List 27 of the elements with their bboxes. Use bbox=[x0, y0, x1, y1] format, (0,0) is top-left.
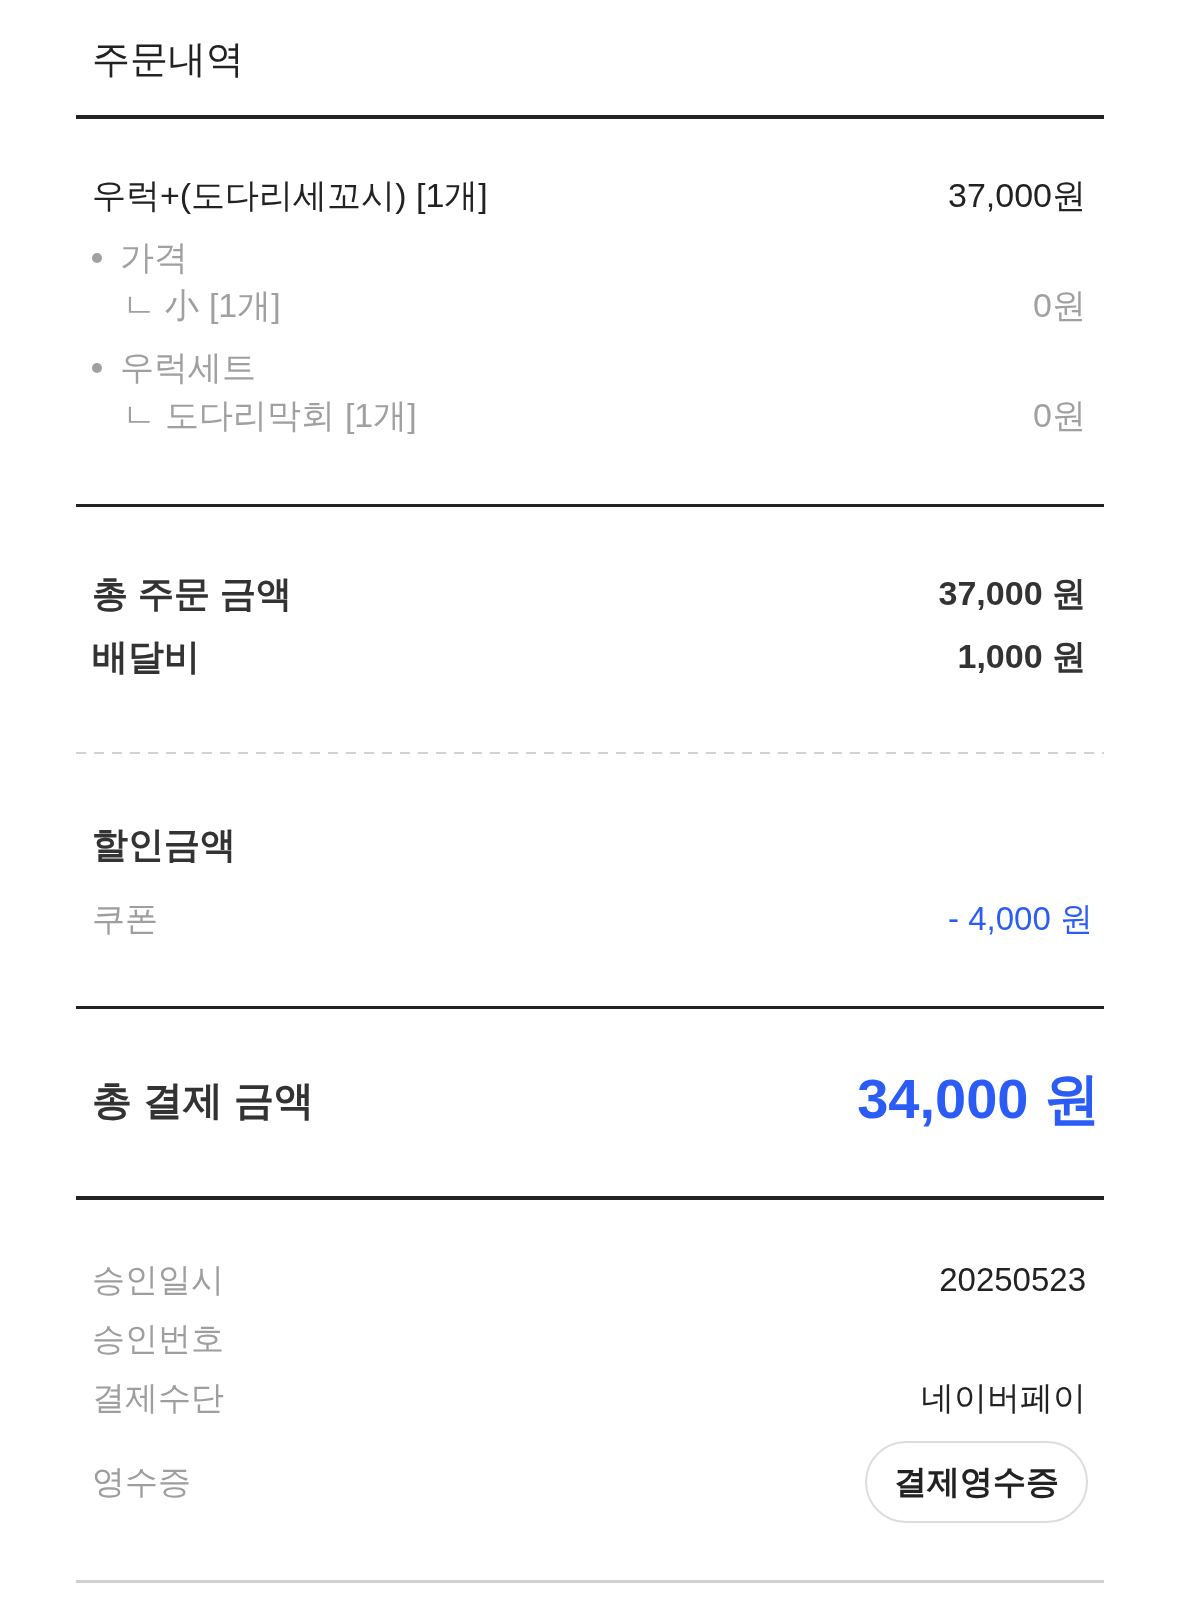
summary-value: 1,000 원 bbox=[957, 636, 1086, 677]
total-value: 34,000 원 bbox=[857, 1066, 1100, 1132]
discount-title: 할인금액 bbox=[92, 822, 236, 867]
item-name: 우럭+(도다리세꼬시) [1개] bbox=[92, 175, 488, 216]
option-price: 0원 bbox=[1033, 395, 1086, 436]
bullet-dot-icon bbox=[92, 253, 102, 263]
receipt-button[interactable]: 결제영수증 bbox=[865, 1441, 1088, 1523]
option-group-title: 가격 bbox=[120, 237, 188, 278]
info-value: 네이버페이 bbox=[921, 1377, 1086, 1418]
item-price: 37,000원 bbox=[948, 175, 1086, 216]
discount-value: - 4,000 원 bbox=[948, 898, 1093, 939]
option-name: ㄴ 도다리막회 [1개] bbox=[122, 395, 417, 436]
info-label: 영수증 bbox=[92, 1461, 191, 1502]
info-label: 승인일시 bbox=[92, 1259, 224, 1300]
option-price: 0원 bbox=[1033, 285, 1086, 326]
summary-label: 총 주문 금액 bbox=[92, 571, 292, 616]
summary-value: 37,000 원 bbox=[938, 573, 1086, 614]
option-name: ㄴ 小 [1개] bbox=[122, 285, 281, 326]
total-label: 총 결제 금액 bbox=[92, 1076, 315, 1124]
summary-label: 배달비 bbox=[92, 634, 200, 679]
discount-label: 쿠폰 bbox=[92, 898, 158, 939]
section-title: 주문내역 bbox=[92, 37, 244, 82]
option-group-title: 우럭세트 bbox=[120, 347, 256, 388]
info-label: 승인번호 bbox=[92, 1318, 224, 1359]
bullet-dot-icon bbox=[92, 363, 102, 373]
info-label: 결제수단 bbox=[92, 1377, 224, 1418]
info-value: 20250523 bbox=[939, 1261, 1086, 1299]
